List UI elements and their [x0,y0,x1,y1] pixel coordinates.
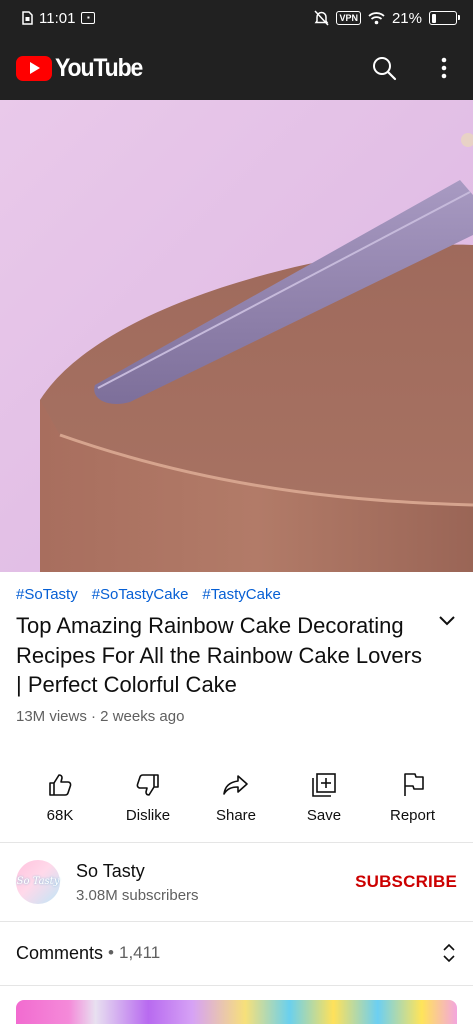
dislike-button[interactable]: Dislike [120,768,176,842]
battery-icon [429,11,460,25]
subscribe-button[interactable]: SUBSCRIBE [355,872,457,892]
next-video-thumbnail[interactable] [16,1000,457,1024]
vpn-badge: VPN [336,11,361,25]
youtube-play-icon [16,55,52,81]
video-player[interactable] [0,100,473,572]
video-info: #SoTasty #SoTastyCake #TastyCake Top Amazi… [16,586,457,725]
share-label: Share [215,807,257,824]
expand-collapse-icon[interactable] [441,942,457,964]
comments-label: Comments [16,942,104,963]
search-button[interactable] [369,53,399,83]
youtube-logo[interactable]: YouTube [16,54,150,83]
comments-count: 1,411 [118,943,161,962]
logo-text: YouTube [55,53,143,82]
share-icon [223,775,248,795]
chevron-down-icon [439,616,455,626]
more-vert-icon [441,57,447,79]
subscriber-count: 3.08M subscribers [76,886,199,904]
hashtag-list: #SoTasty #SoTastyCake #TastyCake [16,586,457,603]
status-bar: 11:01 ▪ VPN 21% [0,0,473,36]
video-title: Top Amazing Rainbow Cake Decorating Reci… [16,613,422,697]
hashtag-link[interactable]: #TastyCake [202,586,280,603]
avatar-text: So Tasty [16,876,60,887]
app-header: YouTube [0,36,473,100]
mute-icon [314,10,330,26]
share-button[interactable]: Share [176,768,296,842]
sim-icon [22,11,33,25]
status-time: 11:01 [39,9,76,27]
notification-icon: ▪ [81,12,96,24]
dislike-icon [136,774,159,796]
video-meta: 13M views · 2 weeks ago [16,707,185,725]
wifi-icon [368,12,385,25]
report-label: Report [389,807,436,824]
save-icon [312,773,336,797]
action-bar: 68K Dislike Share Save Report [0,768,473,842]
divider [0,985,473,986]
channel-row: So Tasty So Tasty 3.08M subscribers SUBS… [0,843,473,921]
dislike-label: Dislike [125,807,171,824]
channel-name: So Tasty [76,860,145,881]
more-options-button[interactable] [429,53,459,83]
comments-separator: • [108,943,114,962]
hashtag-link[interactable]: #SoTastyCake [92,586,189,603]
comments-section[interactable]: Comments • 1,411 [0,922,473,984]
like-count: 68K [46,807,74,824]
battery-percent: 21% [391,9,422,27]
channel-info[interactable]: So Tasty 3.08M subscribers [76,861,199,904]
save-button[interactable]: Save [296,768,352,842]
save-label: Save [306,807,342,824]
video-frame [0,100,473,572]
search-icon [373,57,397,81]
expand-description-button[interactable] [437,613,457,632]
report-button[interactable]: Report [352,768,473,842]
hashtag-link[interactable]: #SoTasty [16,586,78,603]
like-icon [49,774,72,796]
channel-avatar[interactable]: So Tasty [16,860,60,904]
flag-icon [403,773,424,796]
like-button[interactable]: 68K [0,768,120,842]
